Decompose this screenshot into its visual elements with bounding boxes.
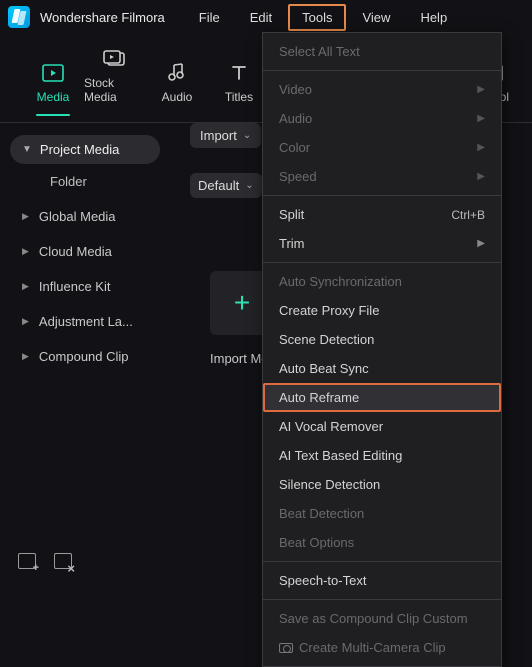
tab-media-label: Media	[37, 90, 70, 104]
chevron-right-icon: ▶	[22, 281, 29, 292]
menu-help[interactable]: Help	[406, 4, 461, 31]
dd-beat-detection: Beat Detection	[263, 499, 501, 528]
chevron-down-icon: ⌄	[243, 130, 251, 141]
chevron-right-icon: ▶	[22, 211, 29, 222]
chevron-right-icon: ▶	[22, 316, 29, 327]
dd-split[interactable]: SplitCtrl+B	[263, 200, 501, 229]
sidebar-item-adjustment-layer[interactable]: ▶ Adjustment La...	[10, 304, 160, 339]
sidebar-project-label: Project Media	[40, 142, 119, 157]
tools-dropdown: Select All Text Video▶ Audio▶ Color▶ Spe…	[262, 32, 502, 667]
sidebar: ▼ Project Media Folder ▶ Global Media ▶ …	[0, 123, 170, 595]
chevron-right-icon: ▶	[477, 171, 485, 182]
separator	[263, 599, 501, 600]
dd-ai-text-editing[interactable]: AI Text Based Editing	[263, 441, 501, 470]
stock-media-icon	[103, 48, 127, 70]
delete-folder-icon[interactable]	[54, 553, 72, 569]
dd-audio: Audio▶	[263, 104, 501, 133]
chevron-right-icon: ▶	[22, 351, 29, 362]
sidebar-item-label: Influence Kit	[39, 279, 111, 294]
dd-scene-detection[interactable]: Scene Detection	[263, 325, 501, 354]
menubar: Wondershare Filmora File Edit Tools View…	[0, 0, 532, 34]
app-name: Wondershare Filmora	[40, 10, 165, 25]
audio-icon	[168, 62, 186, 84]
camera-icon	[279, 643, 293, 653]
sidebar-item-label: Cloud Media	[39, 244, 112, 259]
tab-audio-label: Audio	[162, 90, 193, 104]
sidebar-item-compound-clip[interactable]: ▶ Compound Clip	[10, 339, 160, 374]
separator	[263, 70, 501, 71]
dd-auto-beat-sync[interactable]: Auto Beat Sync	[263, 354, 501, 383]
menu-edit[interactable]: Edit	[236, 4, 286, 31]
separator	[263, 195, 501, 196]
tab-titles-label: Titles	[225, 90, 253, 104]
separator	[263, 262, 501, 263]
menu-view[interactable]: View	[348, 4, 404, 31]
dd-ai-vocal-remover[interactable]: AI Vocal Remover	[263, 412, 501, 441]
sidebar-item-cloud-media[interactable]: ▶ Cloud Media	[10, 234, 160, 269]
chevron-right-icon: ▶	[477, 113, 485, 124]
dd-multicam: Create Multi-Camera Clip	[263, 633, 501, 662]
chevron-right-icon: ▶	[477, 84, 485, 95]
dd-save-compound: Save as Compound Clip Custom	[263, 604, 501, 633]
dd-auto-reframe[interactable]: Auto Reframe	[263, 383, 501, 412]
dd-beat-options: Beat Options	[263, 528, 501, 557]
dd-auto-sync: Auto Synchronization	[263, 267, 501, 296]
sidebar-item-label: Compound Clip	[39, 349, 129, 364]
dd-video: Video▶	[263, 75, 501, 104]
new-folder-icon[interactable]	[18, 553, 36, 569]
tab-audio[interactable]: Audio	[146, 62, 208, 116]
sidebar-item-label: Global Media	[39, 209, 116, 224]
sort-label: Default	[198, 178, 239, 193]
plus-icon: +	[234, 287, 250, 319]
menu-file[interactable]: File	[185, 4, 234, 31]
dd-create-proxy[interactable]: Create Proxy File	[263, 296, 501, 325]
sidebar-item-influence-kit[interactable]: ▶ Influence Kit	[10, 269, 160, 304]
chevron-down-icon: ▼	[22, 144, 32, 155]
chevron-right-icon: ▶	[22, 246, 29, 257]
dd-select-all-text: Select All Text	[263, 37, 501, 66]
dd-color: Color▶	[263, 133, 501, 162]
chevron-right-icon: ▶	[477, 238, 485, 249]
dd-trim[interactable]: Trim▶	[263, 229, 501, 258]
media-icon	[42, 62, 64, 84]
chevron-down-icon: ⌄	[245, 180, 253, 191]
tab-titles[interactable]: Titles	[208, 62, 270, 116]
app-logo-icon	[8, 6, 30, 28]
separator	[263, 561, 501, 562]
sidebar-folder-label: Folder	[50, 174, 87, 189]
shortcut-label: Ctrl+B	[451, 208, 485, 222]
sidebar-project-media[interactable]: ▼ Project Media	[10, 135, 160, 164]
sidebar-item-global-media[interactable]: ▶ Global Media	[10, 199, 160, 234]
tab-stock-media[interactable]: Stock Media	[84, 48, 146, 116]
chevron-right-icon: ▶	[477, 142, 485, 153]
dd-silence-detection[interactable]: Silence Detection	[263, 470, 501, 499]
sidebar-footer	[0, 541, 170, 581]
import-dropdown[interactable]: Import ⌄	[190, 123, 261, 148]
menu-tools[interactable]: Tools	[288, 4, 346, 31]
tab-media[interactable]: Media	[22, 62, 84, 116]
sidebar-item-label: Adjustment La...	[39, 314, 133, 329]
import-label: Import	[200, 128, 237, 143]
sidebar-folder[interactable]: Folder	[10, 164, 160, 199]
dd-speed: Speed▶	[263, 162, 501, 191]
tab-stock-label: Stock Media	[84, 76, 146, 104]
titles-icon	[230, 62, 248, 84]
sort-dropdown[interactable]: Default ⌄	[190, 173, 262, 198]
